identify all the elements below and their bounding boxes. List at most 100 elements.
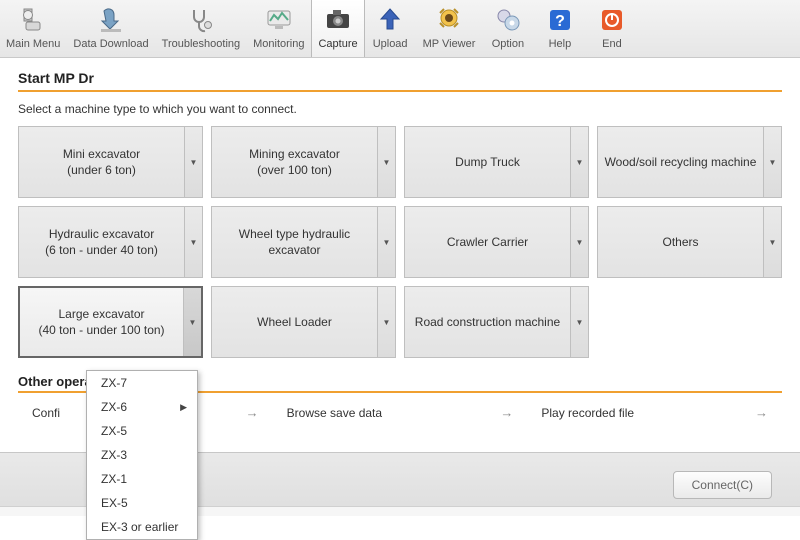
op-label: Play recorded file [541, 406, 634, 420]
viewer-icon [433, 4, 465, 36]
machine-line1: Mini excavator [63, 146, 140, 162]
toolbar-help[interactable]: ? Help [534, 0, 586, 57]
machine-line1: Others [662, 234, 698, 250]
dropdown-arrow-icon[interactable]: ▼ [763, 127, 781, 197]
machine-label: Dump Truck [405, 127, 570, 197]
dropdown-item-zx5[interactable]: ZX-5 [87, 419, 197, 443]
op-play-recorded-file[interactable]: Play recorded file → [527, 399, 782, 426]
machine-line2: (over 100 ton) [257, 162, 332, 178]
machine-line1: Crawler Carrier [447, 234, 528, 250]
machine-wheel-loader[interactable]: Wheel Loader ▼ [211, 286, 396, 358]
toolbar-upload[interactable]: Upload [365, 0, 417, 57]
dropdown-item-label: ZX-6 [101, 400, 127, 414]
machine-line1: Wheel Loader [257, 314, 332, 330]
dropdown-item-zx6[interactable]: ZX-6 ▶ [87, 395, 197, 419]
dropdown-item-zx3[interactable]: ZX-3 [87, 443, 197, 467]
dropdown-item-label: ZX-3 [101, 448, 127, 462]
dropdown-item-zx7[interactable]: ZX-7 [87, 371, 197, 395]
machine-label: Mining excavator (over 100 ton) [212, 127, 377, 197]
machine-line1: Road construction machine [415, 314, 560, 330]
toolbar-mp-viewer[interactable]: MP Viewer [417, 0, 483, 57]
dropdown-item-ex3-earlier[interactable]: EX-3 or earlier [87, 515, 197, 539]
dropdown-item-label: ZX-1 [101, 472, 127, 486]
page-title: Start MP Dr [18, 70, 782, 92]
toolbar-label: Option [492, 38, 524, 50]
machine-line1: Large excavator [58, 306, 144, 322]
gear-icon [492, 4, 524, 36]
machine-line1: Mining excavator [249, 146, 340, 162]
machine-label: Mini excavator (under 6 ton) [19, 127, 184, 197]
machine-label: Wood/soil recycling machine [598, 127, 763, 197]
connect-button[interactable]: Connect(C) [673, 471, 772, 499]
dropdown-item-label: EX-5 [101, 496, 128, 510]
dropdown-arrow-icon[interactable]: ▼ [183, 288, 201, 356]
machine-label: Large excavator (40 ton - under 100 ton) [20, 288, 183, 356]
machine-line1: Dump Truck [455, 154, 520, 170]
op-browse-save-data[interactable]: Browse save data → [273, 399, 528, 426]
upload-icon [374, 4, 406, 36]
toolbar-label: End [602, 38, 622, 50]
toolbar-data-download[interactable]: Data Download [67, 0, 155, 57]
dropdown-item-zx1[interactable]: ZX-1 [87, 467, 197, 491]
toolbar-monitoring[interactable]: Monitoring [247, 0, 311, 57]
svg-text:?: ? [555, 13, 565, 30]
dropdown-arrow-icon[interactable]: ▼ [184, 207, 202, 277]
instruction-text: Select a machine type to which you want … [18, 102, 782, 116]
machine-line1: Hydraulic excavator [49, 226, 154, 242]
toolbar-label: Monitoring [253, 38, 304, 50]
dropdown-arrow-icon[interactable]: ▼ [377, 287, 395, 357]
dropdown-arrow-icon[interactable]: ▼ [377, 207, 395, 277]
dropdown-arrow-icon[interactable]: ▼ [377, 127, 395, 197]
toolbar-label: Data Download [73, 38, 148, 50]
download-icon [95, 4, 127, 36]
machine-hydraulic-excavator[interactable]: Hydraulic excavator (6 ton - under 40 to… [18, 206, 203, 278]
toolbar-label: Upload [373, 38, 408, 50]
machine-others[interactable]: Others ▼ [597, 206, 782, 278]
machine-label: Wheel Loader [212, 287, 377, 357]
machine-line2: (40 ton - under 100 ton) [38, 322, 164, 338]
toolbar-end[interactable]: End [586, 0, 638, 57]
machine-wood-soil-recycling[interactable]: Wood/soil recycling machine ▼ [597, 126, 782, 198]
monitoring-icon [263, 4, 295, 36]
toolbar-option[interactable]: Option [482, 0, 534, 57]
dropdown-arrow-icon[interactable]: ▼ [570, 207, 588, 277]
machine-wheel-hydraulic-excavator[interactable]: Wheel type hydraulic excavator ▼ [211, 206, 396, 278]
toolbar-label: Help [549, 38, 572, 50]
dropdown-item-label: EX-3 or earlier [101, 520, 178, 534]
machine-crawler-carrier[interactable]: Crawler Carrier ▼ [404, 206, 589, 278]
machine-label: Road construction machine [405, 287, 570, 357]
toolbar-label: Capture [318, 38, 357, 50]
machine-label: Others [598, 207, 763, 277]
machine-label: Wheel type hydraulic excavator [212, 207, 377, 277]
machine-mini-excavator[interactable]: Mini excavator (under 6 ton) ▼ [18, 126, 203, 198]
dropdown-item-ex5[interactable]: EX-5 [87, 491, 197, 515]
arrow-right-icon: → [500, 405, 513, 420]
submenu-arrow-icon: ▶ [180, 402, 187, 413]
toolbar-capture[interactable]: Capture [311, 0, 364, 57]
toolbar-troubleshooting[interactable]: Troubleshooting [156, 0, 247, 57]
machine-line1: Wheel type hydraulic excavator [216, 226, 373, 258]
machine-label: Crawler Carrier [405, 207, 570, 277]
dropdown-arrow-icon[interactable]: ▼ [570, 127, 588, 197]
dropdown-arrow-icon[interactable]: ▼ [570, 287, 588, 357]
machine-label: Hydraulic excavator (6 ton - under 40 to… [19, 207, 184, 277]
dropdown-item-label: ZX-5 [101, 424, 127, 438]
large-excavator-dropdown: ZX-7 ZX-6 ▶ ZX-5 ZX-3 ZX-1 EX-5 EX-3 or … [86, 370, 198, 540]
machine-large-excavator[interactable]: Large excavator (40 ton - under 100 ton)… [18, 286, 203, 358]
machine-line2: (under 6 ton) [67, 162, 136, 178]
machine-mining-excavator[interactable]: Mining excavator (over 100 ton) ▼ [211, 126, 396, 198]
toolbar-label: Main Menu [6, 38, 60, 50]
arrow-right-icon: → [755, 405, 768, 420]
dropdown-arrow-icon[interactable]: ▼ [184, 127, 202, 197]
toolbar-main-menu[interactable]: Main Menu [0, 0, 67, 57]
machine-road-construction[interactable]: Road construction machine ▼ [404, 286, 589, 358]
machine-type-grid: Mini excavator (under 6 ton) ▼ Mining ex… [18, 126, 782, 358]
op-label-prefix: Confi [32, 406, 60, 420]
power-icon [596, 4, 628, 36]
toolbar-label: MP Viewer [423, 38, 476, 50]
dropdown-item-label: ZX-7 [101, 376, 127, 390]
machine-line2: (6 ton - under 40 ton) [45, 242, 158, 258]
dropdown-arrow-icon[interactable]: ▼ [763, 207, 781, 277]
machine-dump-truck[interactable]: Dump Truck ▼ [404, 126, 589, 198]
main-toolbar: Main Menu Data Download Troubleshooting … [0, 0, 800, 58]
